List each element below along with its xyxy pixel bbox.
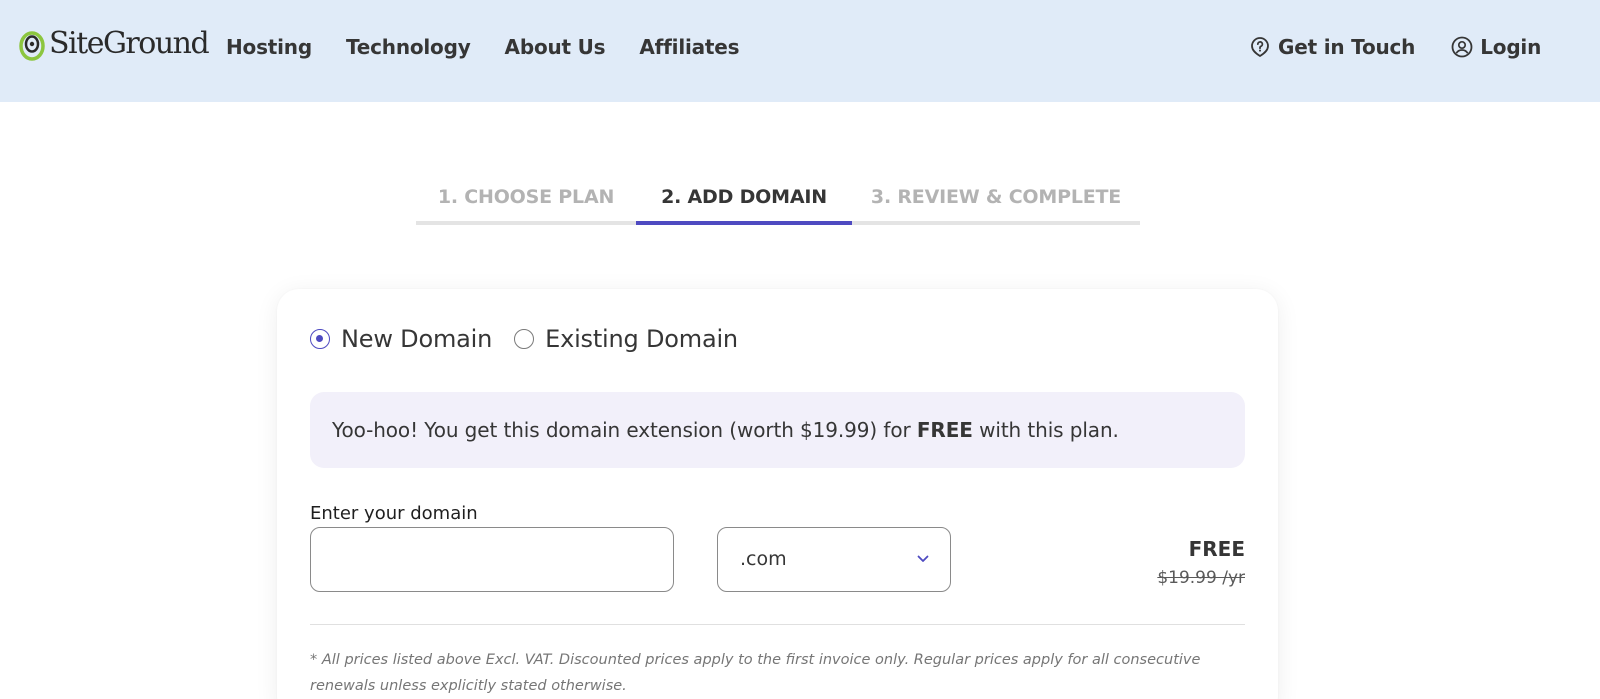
login-label: Login [1480,35,1542,59]
step-review-complete[interactable]: 3. REVIEW & COMPLETE [852,180,1140,225]
nav-hosting[interactable]: Hosting [226,33,312,61]
siteground-logo[interactable]: SiteGround [19,24,210,64]
domain-input[interactable] [310,527,674,592]
nav-technology[interactable]: Technology [346,33,471,61]
get-in-touch-label: Get in Touch [1278,35,1416,59]
existing-domain-label[interactable]: Existing Domain [545,323,738,355]
new-domain-radio[interactable] [310,329,330,349]
siteground-logo-icon [19,26,47,62]
chevron-down-icon [917,555,929,562]
logo-text: SiteGround [49,26,210,61]
step-label: 2. ADD DOMAIN [661,186,827,208]
tld-selected-value: .com [740,548,787,570]
header-actions: Get in Touch Login [1249,33,1541,61]
promo-text-bold: FREE [916,418,973,442]
new-domain-label[interactable]: New Domain [341,323,492,355]
login-link[interactable]: Login [1451,33,1541,61]
step-progress-bar [416,221,636,225]
site-header: SiteGround Hosting Technology About Us A… [0,0,1600,102]
domain-card: New Domain Existing Domain Yoo-hoo! You … [277,289,1278,699]
promo-text-after: with this plan. [972,418,1119,442]
step-choose-plan[interactable]: 1. CHOOSE PLAN [416,180,636,225]
domain-type-options: New Domain Existing Domain [310,323,760,355]
help-icon [1251,37,1269,58]
user-icon [1451,36,1473,58]
nav-affiliates[interactable]: Affiliates [639,33,739,61]
get-in-touch-link[interactable]: Get in Touch [1249,33,1415,61]
divider [310,624,1245,625]
nav-about-us[interactable]: About Us [505,33,606,61]
domain-price: FREE [1188,537,1245,561]
step-progress-bar [636,221,852,225]
step-add-domain[interactable]: 2. ADD DOMAIN [636,180,852,225]
domain-regular-price: $19.99 /yr [1157,568,1245,588]
domain-input-label: Enter your domain [310,503,478,524]
step-progress-bar [852,221,1140,225]
tld-select[interactable]: .com [717,527,951,592]
vat-disclaimer: * All prices listed above Excl. VAT. Dis… [310,652,1201,694]
existing-domain-radio[interactable] [514,329,535,349]
free-domain-promo: Yoo-hoo! You get this domain extension (… [310,392,1245,468]
step-label: 1. CHOOSE PLAN [437,186,615,208]
step-label: 3. REVIEW & COMPLETE [870,186,1122,208]
promo-text-before: Yoo-hoo! You get this domain extension (… [332,418,917,442]
main-nav: Hosting Technology About Us Affiliates [226,33,773,61]
checkout-steps: 1. CHOOSE PLAN 2. ADD DOMAIN 3. REVIEW &… [416,180,1140,225]
